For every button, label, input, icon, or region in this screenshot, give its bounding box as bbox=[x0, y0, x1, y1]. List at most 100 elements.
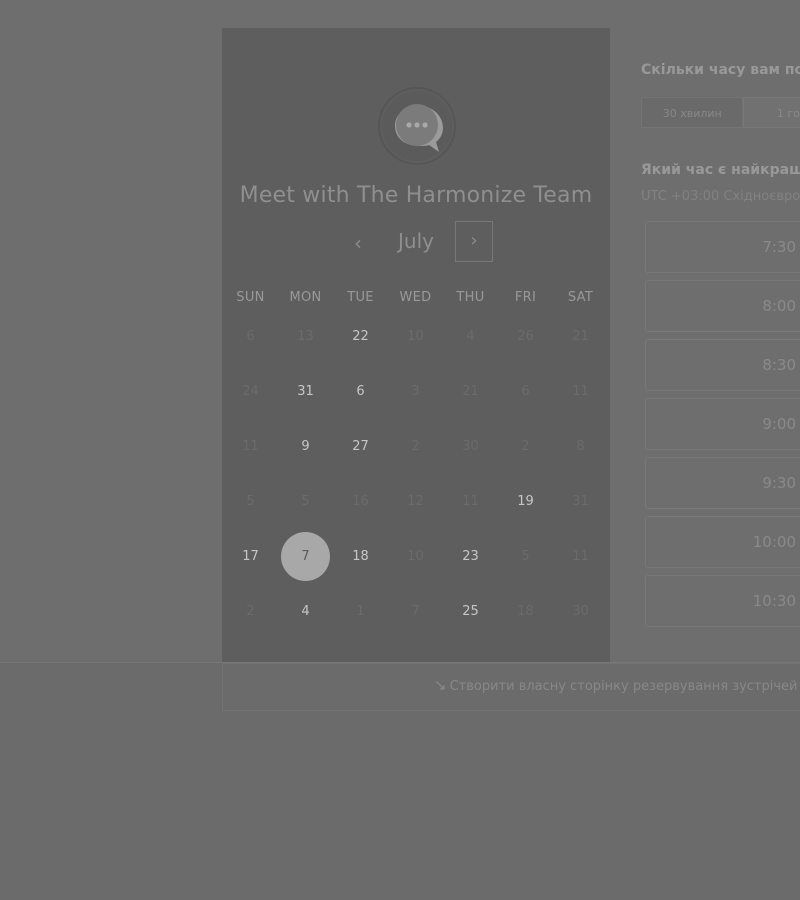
calendar-day-disabled: 21 bbox=[553, 309, 608, 364]
calendar-day-number: 5 bbox=[246, 494, 255, 509]
calendar-day-number: 18 bbox=[517, 604, 534, 619]
calendar-day-available[interactable]: 19 bbox=[498, 474, 553, 529]
calendar-day-number: 11 bbox=[242, 439, 259, 454]
calendar-day-number: 7 bbox=[411, 604, 420, 619]
calendar-day-disabled: 26 bbox=[498, 309, 553, 364]
calendar-day-number: 30 bbox=[462, 439, 479, 454]
calendar-day-available[interactable]: 4 bbox=[278, 584, 333, 639]
calendar-week-row: 17 7 18 10 23 5 11 bbox=[223, 529, 608, 584]
calendar-day-disabled: 2 bbox=[388, 419, 443, 474]
calendar-day-disabled: 16 bbox=[333, 474, 388, 529]
chat-bubble-icon bbox=[377, 86, 457, 166]
calendar-day-available[interactable]: 31 bbox=[278, 364, 333, 419]
calendar-day-number: 4 bbox=[301, 604, 310, 619]
booking-title: Meet with The Harmonize Team bbox=[239, 183, 593, 208]
calendar-day-disabled: 5 bbox=[498, 529, 553, 584]
calendar-day-disabled: 21 bbox=[443, 364, 498, 419]
calendar-day-number: 12 bbox=[407, 494, 424, 509]
calendar-day-disabled: 2 bbox=[498, 419, 553, 474]
next-month-button[interactable]: › bbox=[455, 221, 493, 262]
calendar-week-row: 24 31 6 3 21 6 11 bbox=[223, 364, 608, 419]
calendar-day-disabled: 6 bbox=[498, 364, 553, 419]
calendar-day-disabled: 7 bbox=[388, 584, 443, 639]
calendar-day-available[interactable]: 6 bbox=[333, 364, 388, 419]
calendar-day-number: 13 bbox=[297, 329, 314, 344]
calendar-day-disabled: 18 bbox=[498, 584, 553, 639]
duration-option-30min[interactable]: 30 хвилин bbox=[641, 97, 744, 128]
calendar-day-disabled: 4 bbox=[443, 309, 498, 364]
booking-page: Meet with The Harmonize Team ‹ July › SU… bbox=[0, 0, 800, 900]
calendar-day-disabled: 10 bbox=[388, 529, 443, 584]
time-slot[interactable]: 8:30 bbox=[645, 339, 800, 391]
calendar-day-disabled: 12 bbox=[388, 474, 443, 529]
weekday-label: MON bbox=[289, 290, 322, 305]
calendar-day-number: 10 bbox=[407, 329, 424, 344]
calendar-day-number: 31 bbox=[297, 384, 314, 399]
calendar-day-number: 2 bbox=[411, 439, 420, 454]
calendar-day-disabled: 1 bbox=[333, 584, 388, 639]
calendar-day-number: 31 bbox=[572, 494, 589, 509]
weekday-header: SUN MON TUE WED THU FRI SAT bbox=[223, 290, 608, 305]
calendar-day-available[interactable]: 27 bbox=[333, 419, 388, 474]
calendar-day-number: 8 bbox=[576, 439, 585, 454]
calendar-day-available[interactable]: 23 bbox=[443, 529, 498, 584]
calendar-day-available[interactable]: 17 bbox=[223, 529, 278, 584]
calendar-day-number: 25 bbox=[462, 604, 479, 619]
weekday-label: TUE bbox=[347, 290, 374, 305]
create-booking-page-link[interactable]: ↘ Створити власну сторінку резервування з… bbox=[434, 676, 798, 694]
calendar-day-number: 18 bbox=[352, 549, 369, 564]
time-slot[interactable]: 7:30 bbox=[645, 221, 800, 273]
calendar-day-available[interactable]: 18 bbox=[333, 529, 388, 584]
calendar-day-number: 2 bbox=[246, 604, 255, 619]
weekday-label: THU bbox=[456, 290, 485, 305]
duration-option-1h[interactable]: 1 год bbox=[743, 97, 800, 128]
timezone-label[interactable]: UTC +03:00 Східноєвро bbox=[641, 189, 800, 204]
time-slot-list: 7:30 8:00 8:30 9:00 9:30 10:00 10:30 bbox=[645, 221, 800, 634]
calendar-day-disabled: 8 bbox=[553, 419, 608, 474]
calendar-day-disabled: 10 bbox=[388, 309, 443, 364]
time-slot[interactable]: 9:30 bbox=[645, 457, 800, 509]
calendar-day-number: 23 bbox=[462, 549, 479, 564]
calendar-day-number: 11 bbox=[572, 384, 589, 399]
calendar-day-available[interactable]: 22 bbox=[333, 309, 388, 364]
calendar-day-number: 2 bbox=[521, 439, 530, 454]
calendar-day-number: 26 bbox=[517, 329, 534, 344]
calendar-day-disabled: 11 bbox=[553, 529, 608, 584]
calendar-day-disabled: 5 bbox=[278, 474, 333, 529]
calendar-day-number: 10 bbox=[407, 549, 424, 564]
calendar-day-number: 7 bbox=[301, 549, 310, 564]
arrow-icon: ↘ bbox=[434, 676, 447, 694]
calendar-day-number: 22 bbox=[352, 329, 369, 344]
calendar-day-number: 6 bbox=[356, 384, 365, 399]
calendar-day-disabled: 31 bbox=[553, 474, 608, 529]
calendar-day-disabled: 6 bbox=[223, 309, 278, 364]
calendar-day-number: 11 bbox=[462, 494, 479, 509]
duration-selector: 30 хвилин 1 год bbox=[641, 97, 800, 128]
time-slot[interactable]: 10:30 bbox=[645, 575, 800, 627]
weekday-label: SAT bbox=[567, 290, 594, 305]
time-slot[interactable]: 10:00 bbox=[645, 516, 800, 568]
calendar-day-disabled: 11 bbox=[223, 419, 278, 474]
calendar-day-disabled: 5 bbox=[223, 474, 278, 529]
calendar-day-available[interactable]: 25 bbox=[443, 584, 498, 639]
calendar-day-number: 5 bbox=[521, 549, 530, 564]
calendar-week-row: 6 13 22 10 4 26 21 bbox=[223, 309, 608, 364]
time-slot[interactable]: 8:00 bbox=[645, 280, 800, 332]
create-booking-page-label: Створити власну сторінку резервування зу… bbox=[449, 679, 798, 694]
prev-month-button[interactable]: ‹ bbox=[345, 229, 371, 257]
weekday-label: SUN bbox=[236, 290, 265, 305]
calendar-week-row: 2 4 1 7 25 18 30 bbox=[223, 584, 608, 639]
calendar-day-available[interactable]: 9 bbox=[278, 419, 333, 474]
time-heading: Який час є найкращи bbox=[641, 162, 800, 178]
calendar-week-row: 5 5 16 12 11 19 31 bbox=[223, 474, 608, 529]
calendar-day-number: 17 bbox=[242, 549, 259, 564]
weekday-label: WED bbox=[399, 290, 432, 305]
calendar-week-row: 11 9 27 2 30 2 8 bbox=[223, 419, 608, 474]
calendar-day-number: 3 bbox=[411, 384, 420, 399]
time-slot[interactable]: 9:00 bbox=[645, 398, 800, 450]
calendar-day-disabled: 13 bbox=[278, 309, 333, 364]
calendar-day-selected[interactable]: 7 bbox=[278, 529, 333, 584]
calendar-day-number: 21 bbox=[462, 384, 479, 399]
calendar-day-number: 5 bbox=[301, 494, 310, 509]
calendar-day-number: 1 bbox=[356, 604, 365, 619]
